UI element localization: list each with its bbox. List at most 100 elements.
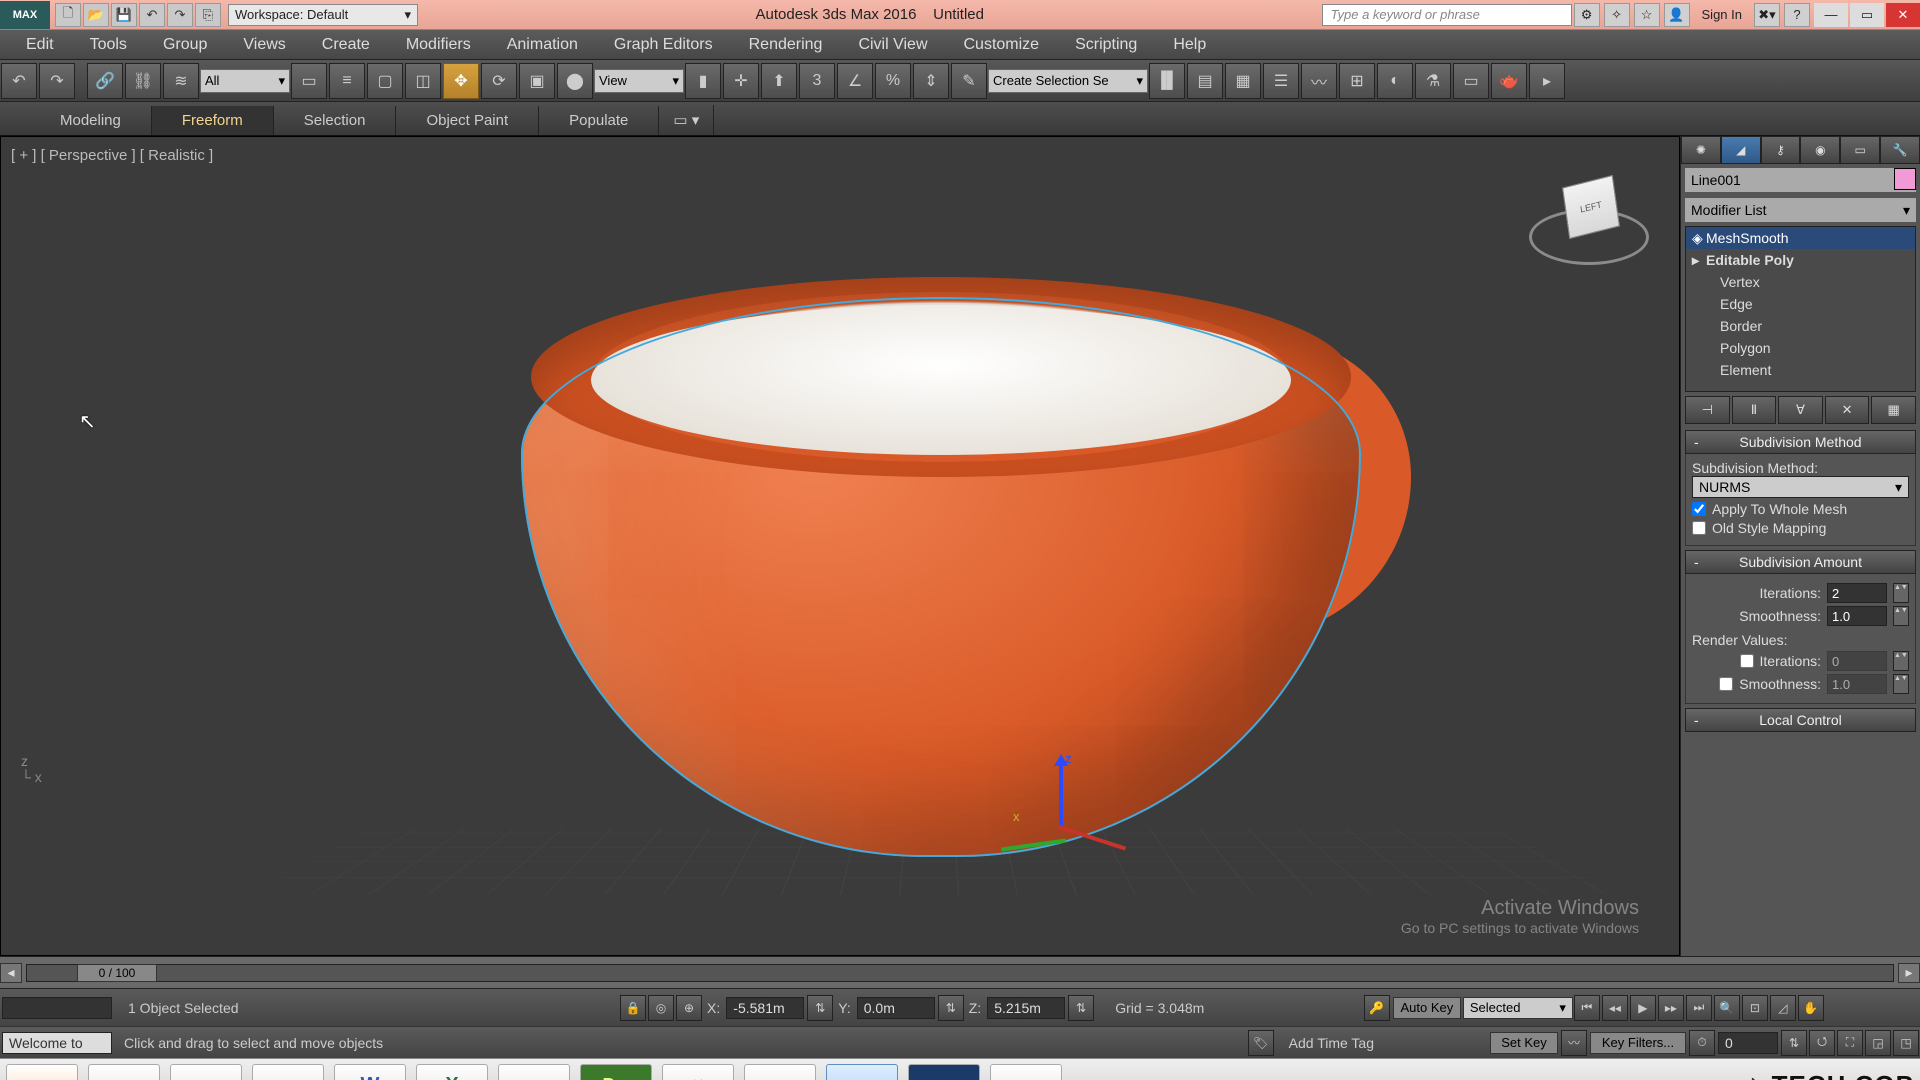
percent-snap-button[interactable]: % <box>875 63 911 99</box>
smoothness-field[interactable]: 1.0 <box>1827 606 1887 626</box>
modifier-stack[interactable]: ◈MeshSmooth ▸Editable Poly Vertex Edge B… <box>1685 226 1916 392</box>
viewcube[interactable]: LEFT <box>1529 167 1649 277</box>
user-icon[interactable]: 👤 <box>1664 3 1690 27</box>
menu-grapheditors[interactable]: Graph Editors <box>596 30 731 59</box>
menu-create[interactable]: Create <box>304 30 388 59</box>
iterations-spinner[interactable]: ▲▼ <box>1893 583 1909 603</box>
search-input[interactable]: Type a keyword or phrase <box>1322 4 1572 26</box>
edit-named-sel-button[interactable]: ✎ <box>951 63 987 99</box>
apply-whole-mesh-checkbox[interactable]: Apply To Whole Mesh <box>1692 501 1909 517</box>
stack-polygon[interactable]: Polygon <box>1686 337 1915 359</box>
task-corel[interactable]: ✒ <box>744 1064 816 1080</box>
named-selection-dropdown[interactable]: Create Selection Se <box>988 69 1148 93</box>
menu-edit[interactable]: Edit <box>8 30 72 59</box>
task-firefox[interactable]: 🦊 <box>662 1064 734 1080</box>
panel-tab-motion-icon[interactable]: ◉ <box>1800 136 1840 164</box>
help-icon[interactable]: ? <box>1784 3 1810 27</box>
nav-zoomall-icon[interactable]: ⊡ <box>1742 995 1768 1021</box>
layers-button[interactable]: ▦ <box>1225 63 1261 99</box>
time-slider[interactable]: ◂ 0 / 100 ▸ <box>0 956 1920 988</box>
task-chrome[interactable]: ◉ <box>498 1064 570 1080</box>
z-spinner[interactable]: ⇅ <box>1068 995 1094 1021</box>
timetag-icon[interactable]: 🏷 <box>1248 1030 1274 1056</box>
time-prev-icon[interactable]: ◂ <box>0 963 22 983</box>
task-photoshop[interactable]: Ps <box>908 1064 980 1080</box>
object-name-field[interactable]: Line001 <box>1685 168 1916 192</box>
setkey-big-icon[interactable]: 〰 <box>1561 1030 1587 1056</box>
render-smooth-checkbox[interactable] <box>1719 677 1733 691</box>
task-word[interactable]: W <box>334 1064 406 1080</box>
schematic-button[interactable]: ⊞ <box>1339 63 1375 99</box>
selection-filter-dropdown[interactable]: All <box>200 69 290 93</box>
old-style-mapping-checkbox[interactable]: Old Style Mapping <box>1692 520 1909 536</box>
play-icon[interactable]: ▶ <box>1630 995 1656 1021</box>
close-button[interactable]: ✕ <box>1886 3 1920 27</box>
tab-selection[interactable]: Selection <box>274 106 397 135</box>
nav-fov-icon[interactable]: ◿ <box>1770 995 1796 1021</box>
select-scale-button[interactable]: ▣ <box>519 63 555 99</box>
panel-tab-hierarchy-icon[interactable]: ⚷ <box>1761 136 1801 164</box>
signin-link[interactable]: Sign In <box>1692 7 1752 22</box>
maxscript-mini[interactable]: Welcome to <box>2 1032 112 1054</box>
nav-extra1-icon[interactable]: ◲ <box>1865 1030 1891 1056</box>
render-iter-field[interactable]: 0 <box>1827 651 1887 671</box>
smoothness-spinner[interactable]: ▲▼ <box>1893 606 1909 626</box>
open-icon[interactable]: 📂 <box>83 3 109 27</box>
select-rotate-button[interactable]: ⟳ <box>481 63 517 99</box>
object-color-swatch[interactable] <box>1894 168 1916 190</box>
window-crossing-button[interactable]: ◫ <box>405 63 441 99</box>
task-explorer[interactable]: 📁 <box>88 1064 160 1080</box>
ribbon-expand-icon[interactable]: ▭ ▾ <box>659 105 714 135</box>
bind-button[interactable]: ≋ <box>163 63 199 99</box>
show-result-icon[interactable]: Ⅱ <box>1732 396 1777 424</box>
menu-tools[interactable]: Tools <box>72 30 145 59</box>
rect-region-button[interactable]: ▢ <box>367 63 403 99</box>
nav-extra2-icon[interactable]: ◳ <box>1893 1030 1919 1056</box>
keyfilter-dropdown[interactable]: Selected <box>1463 997 1573 1019</box>
unlink-button[interactable]: ⛓ <box>125 63 161 99</box>
iterations-field[interactable]: 2 <box>1827 583 1887 603</box>
menu-group[interactable]: Group <box>145 30 225 59</box>
use-center-button[interactable]: ▮ <box>685 63 721 99</box>
exchange-icon[interactable]: ✧ <box>1604 3 1630 27</box>
x-drop-icon[interactable]: ✖▾ <box>1754 3 1780 27</box>
render-frame-button[interactable]: ▭ <box>1453 63 1489 99</box>
select-object-button[interactable]: ▭ <box>291 63 327 99</box>
stack-editablepoly[interactable]: ▸Editable Poly <box>1686 249 1915 271</box>
rollout-localcontrol[interactable]: Local Control <box>1685 708 1916 732</box>
render-setup-button[interactable]: ⚗ <box>1415 63 1451 99</box>
menu-animation[interactable]: Animation <box>489 30 596 59</box>
render-smooth-field[interactable]: 1.0 <box>1827 674 1887 694</box>
maximize-button[interactable]: ▭ <box>1850 3 1884 27</box>
menu-customize[interactable]: Customize <box>946 30 1058 59</box>
z-coord-field[interactable]: 5.215m <box>987 997 1065 1019</box>
panel-tab-display-icon[interactable]: ▭ <box>1840 136 1880 164</box>
viewport-perspective[interactable]: [ + ] [ Perspective ] [ Realistic ] ↖ z … <box>0 136 1680 956</box>
render-prod-button[interactable]: ▸ <box>1529 63 1565 99</box>
tab-objectpaint[interactable]: Object Paint <box>396 106 539 135</box>
nav-orbit-icon[interactable]: ⭯ <box>1809 1030 1835 1056</box>
subdiv-method-dropdown[interactable]: NURMS <box>1692 476 1909 498</box>
goto-end-icon[interactable]: ⏭ <box>1686 995 1712 1021</box>
undo-button[interactable]: ↶ <box>1 63 37 99</box>
configure-sets-icon[interactable]: ▦ <box>1871 396 1916 424</box>
frame-field[interactable]: 0 <box>1718 1032 1778 1054</box>
app-logo[interactable]: MAX <box>0 1 50 29</box>
x-coord-field[interactable]: -5.581m <box>726 997 804 1019</box>
menu-civilview[interactable]: Civil View <box>840 30 945 59</box>
panel-tab-utilities-icon[interactable]: 🔧 <box>1880 136 1920 164</box>
snap-toggle-button[interactable]: 3 <box>799 63 835 99</box>
frame-spinner[interactable]: ⇅ <box>1781 1030 1807 1056</box>
scene-object-cup[interactable] <box>481 217 1401 897</box>
nav-pan-icon[interactable]: ✋ <box>1798 995 1824 1021</box>
task-tally[interactable]: Tally <box>6 1064 78 1080</box>
render-iter-checkbox[interactable] <box>1740 654 1754 668</box>
task-excel[interactable]: X <box>416 1064 488 1080</box>
menu-scripting[interactable]: Scripting <box>1057 30 1155 59</box>
minimize-button[interactable]: — <box>1814 3 1848 27</box>
menu-views[interactable]: Views <box>225 30 303 59</box>
timeconfig-icon[interactable]: ⏱ <box>1689 1030 1715 1056</box>
link-button[interactable]: 🔗 <box>87 63 123 99</box>
prev-frame-icon[interactable]: ◂◂ <box>1602 995 1628 1021</box>
redo-icon[interactable]: ↷ <box>167 3 193 27</box>
